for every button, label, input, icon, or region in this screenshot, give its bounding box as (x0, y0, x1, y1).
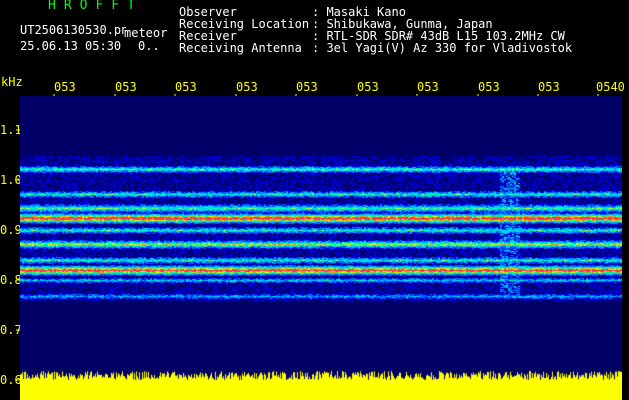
spectrogram-canvas (20, 96, 622, 400)
spectrogram-plot (20, 96, 622, 400)
spectrogram-window: HROFFT UT2506130530.png meteor 25.06.13 … (0, 0, 629, 400)
